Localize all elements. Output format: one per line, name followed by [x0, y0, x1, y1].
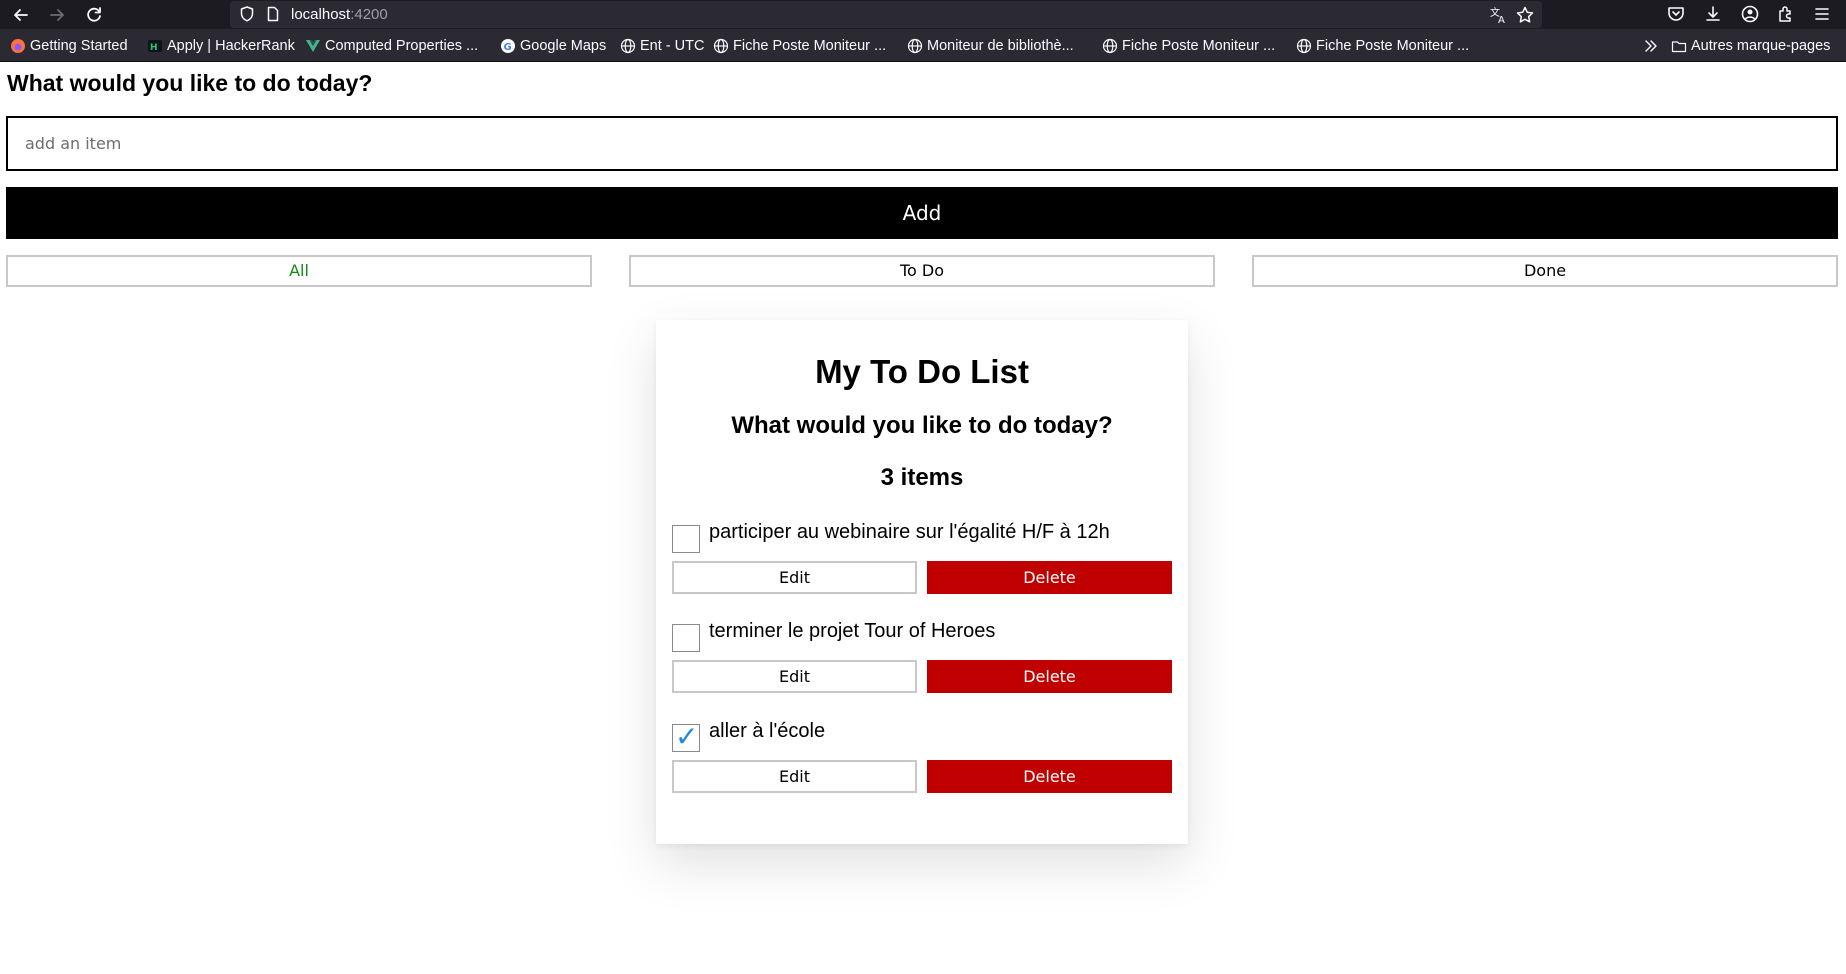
google-icon: G: [500, 38, 516, 54]
bookmark-star-icon[interactable]: [1515, 5, 1535, 25]
bookmark-fiche-poste-3[interactable]: Fiche Poste Moniteur ...: [1296, 37, 1469, 55]
globe-icon: [907, 38, 923, 54]
bookmark-label: Fiche Poste Moniteur ...: [1316, 38, 1470, 54]
bookmark-label: Computed Properties ...: [325, 38, 479, 54]
filter-all-button[interactable]: All: [6, 255, 592, 287]
todo-checkbox[interactable]: [672, 624, 700, 652]
bookmark-label: Apply | HackerRank: [167, 38, 295, 54]
other-bookmarks-label: Autres marque-pages: [1691, 38, 1831, 54]
todo-card: My To Do List What would you like to do …: [656, 320, 1188, 844]
todo-label: aller à l'école: [709, 720, 826, 742]
delete-button[interactable]: Delete: [927, 760, 1172, 793]
account-icon[interactable]: [1740, 4, 1760, 24]
hackerrank-icon: H: [147, 38, 163, 54]
bookmarks-bar: Getting Started H Apply | HackerRank Com…: [0, 29, 1846, 62]
address-bar[interactable]: localhost:4200 文A: [230, 1, 1542, 28]
filter-todo-button[interactable]: To Do: [629, 255, 1215, 287]
url-text[interactable]: localhost:4200: [291, 6, 388, 23]
todo-item: terminer le projet Tour of Heroes Edit D…: [672, 620, 1172, 710]
bookmark-hackerrank[interactable]: H Apply | HackerRank: [147, 37, 295, 55]
browser-toolbar: localhost:4200 文A: [0, 0, 1846, 29]
filter-done-button[interactable]: Done: [1252, 255, 1838, 287]
delete-button[interactable]: Delete: [927, 660, 1172, 693]
delete-button[interactable]: Delete: [927, 561, 1172, 594]
bookmark-fiche-poste-1[interactable]: Fiche Poste Moniteur ...: [713, 37, 886, 55]
url-port: :4200: [350, 6, 388, 23]
pocket-icon[interactable]: [1666, 4, 1686, 24]
globe-icon: [620, 38, 636, 54]
globe-icon: [713, 38, 729, 54]
todo-item: ✓ aller à l'école Edit Delete: [672, 720, 1172, 810]
bookmarks-overflow-chevron-icon[interactable]: [1643, 37, 1659, 55]
card-title: My To Do List: [815, 353, 1029, 390]
globe-icon: [1296, 38, 1312, 54]
forward-arrow-icon[interactable]: [46, 4, 68, 26]
add-item-input[interactable]: [6, 116, 1838, 171]
bookmark-ent-utc[interactable]: Ent - UTC: [620, 37, 704, 55]
menu-icon[interactable]: [1812, 4, 1832, 24]
reload-icon[interactable]: [83, 4, 105, 26]
bookmark-label: Ent - UTC: [640, 38, 705, 54]
bookmark-getting-started[interactable]: Getting Started: [10, 37, 128, 55]
extensions-icon[interactable]: [1776, 4, 1796, 24]
card-subtitle: What would you like to do today?: [731, 412, 1113, 439]
folder-icon: [1671, 38, 1687, 54]
bookmark-computed-properties[interactable]: Computed Properties ...: [305, 37, 478, 55]
bookmark-label: Fiche Poste Moniteur ...: [1122, 38, 1276, 54]
add-button[interactable]: Add: [6, 187, 1838, 239]
bookmark-google-maps[interactable]: G Google Maps: [500, 37, 606, 55]
bookmark-label: Moniteur de bibliothè...: [927, 38, 1074, 54]
todo-label: participer au webinaire sur l'égalité H/…: [709, 521, 1110, 543]
svg-text:G: G: [504, 42, 512, 53]
page-info-icon[interactable]: [264, 5, 282, 23]
todo-checkbox[interactable]: [672, 525, 700, 553]
globe-icon: [1102, 38, 1118, 54]
edit-button[interactable]: Edit: [672, 561, 917, 594]
bookmark-label: Google Maps: [520, 38, 607, 54]
edit-button[interactable]: Edit: [672, 760, 917, 793]
back-arrow-icon[interactable]: [10, 4, 32, 26]
other-bookmarks-folder[interactable]: Autres marque-pages: [1671, 37, 1830, 55]
downloads-icon[interactable]: [1703, 4, 1723, 24]
tracking-shield-icon[interactable]: [238, 5, 256, 23]
todo-label: terminer le projet Tour of Heroes: [709, 620, 996, 642]
svg-text:A: A: [1498, 15, 1505, 25]
url-host: localhost: [291, 6, 351, 23]
checkmark-icon: ✓: [675, 720, 699, 753]
edit-button[interactable]: Edit: [672, 660, 917, 693]
bookmark-label: Fiche Poste Moniteur ...: [733, 38, 887, 54]
item-count: 3 items: [880, 464, 964, 491]
bookmark-moniteur-bibliotheque[interactable]: Moniteur de bibliothè...: [907, 37, 1074, 55]
firefox-icon: [10, 38, 26, 54]
translate-icon[interactable]: 文A: [1489, 5, 1509, 26]
page-heading: What would you like to do today?: [7, 70, 373, 96]
bookmark-label: Getting Started: [30, 38, 128, 54]
todo-checkbox-checked[interactable]: ✓: [672, 720, 700, 753]
todo-item: participer au webinaire sur l'égalité H/…: [672, 521, 1172, 611]
svg-text:H: H: [150, 43, 158, 53]
vue-icon: [305, 38, 321, 54]
bookmark-fiche-poste-2[interactable]: Fiche Poste Moniteur ...: [1102, 37, 1275, 55]
